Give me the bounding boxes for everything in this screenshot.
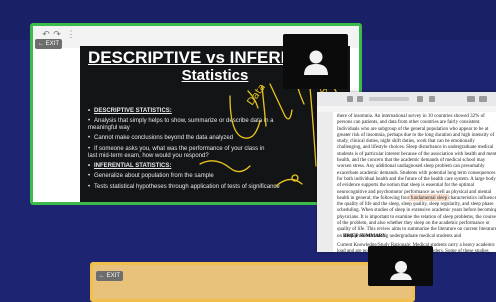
secondary-window[interactable]: ← EXIT	[90, 262, 415, 302]
document-toolbar	[317, 92, 496, 107]
person-avatar-icon	[303, 50, 328, 75]
document-ruler	[317, 106, 496, 112]
exit-button[interactable]: ← EXIT	[35, 39, 63, 49]
document-sidebar	[317, 112, 333, 252]
handwriting-data: Data	[245, 82, 268, 108]
document-heading: BRIEF SUMMARY	[343, 234, 386, 239]
menu-icon[interactable]: ⋮	[66, 29, 76, 39]
person-avatar-icon	[389, 261, 412, 280]
document-paragraph: there of insomnia. An international surv…	[337, 114, 496, 239]
document-window[interactable]: there of insomnia. An international surv…	[317, 92, 496, 252]
undo-icon[interactable]: ↶	[41, 29, 51, 39]
redo-icon[interactable]: ↷	[52, 29, 62, 39]
participant-video-tile[interactable]	[283, 34, 348, 89]
participant-video-tile-2[interactable]	[368, 246, 433, 286]
toolbar-icons	[347, 96, 487, 102]
